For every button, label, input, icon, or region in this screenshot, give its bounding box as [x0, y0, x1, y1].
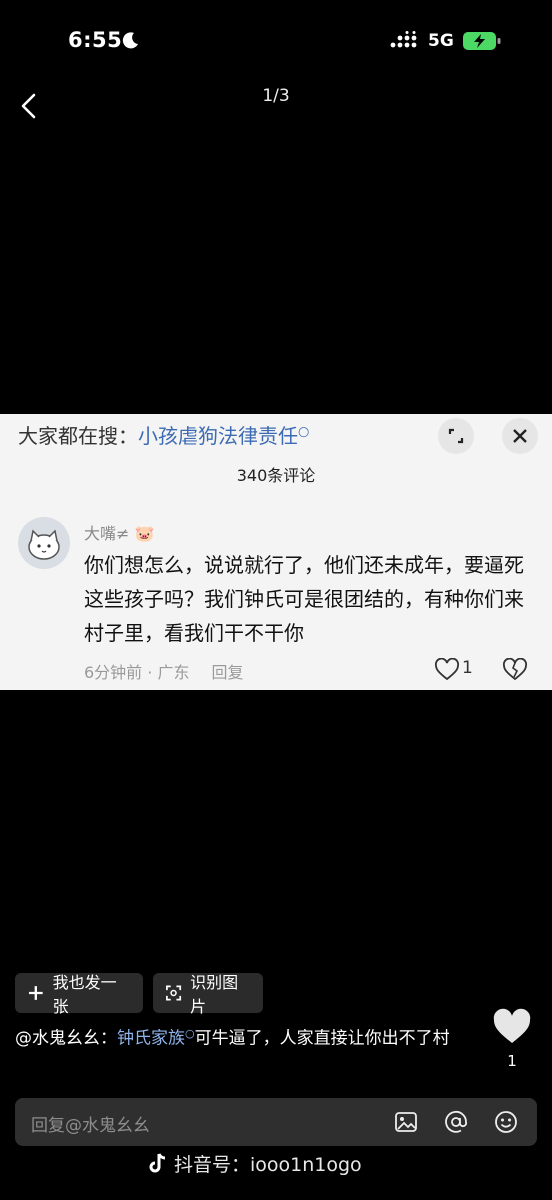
search-suggestion: 大家都在搜：小孩虐狗法律责任○: [18, 420, 309, 449]
plus-icon: [28, 986, 43, 1000]
status-time: 6:55: [68, 28, 123, 52]
search-prefix: 大家都在搜：: [18, 424, 138, 448]
douyin-watermark: 抖音号：iooo1n1ogo: [148, 1150, 362, 1177]
post-caption: @水鬼幺幺：钟氏家族○可牛逼了，人家直接让你出不了村: [15, 1020, 465, 1053]
comment-like-count: 1: [462, 658, 473, 678]
signal-icon: [390, 31, 417, 48]
comment-meta: 6分钟前 · 广东 回复: [84, 659, 243, 683]
search-keyword: 小孩虐狗法律责任: [138, 424, 298, 448]
close-icon: [502, 418, 538, 454]
caption-text: 可牛逼了，人家直接让你出不了村: [194, 1028, 450, 1049]
comment-reply-label: 回复: [211, 663, 244, 682]
like-heart-icon[interactable]: [492, 1008, 532, 1046]
moon-icon: [122, 32, 138, 49]
caption-hashtag[interactable]: 钟氏家族: [117, 1029, 185, 1049]
expand-icon: [438, 418, 474, 454]
post-image-label: 我也发一张: [52, 973, 117, 1016]
avatar: [18, 517, 70, 569]
reply-input[interactable]: 回复@水鬼幺幺: [15, 1098, 537, 1146]
scan-icon: [166, 985, 182, 1001]
pig-emoji-icon: 🐷: [129, 524, 155, 543]
at-mention-icon[interactable]: [443, 1109, 469, 1135]
search-q-icon: ○: [298, 424, 310, 440]
image-icon[interactable]: [393, 1109, 419, 1135]
post-image-button[interactable]: 我也发一张: [15, 973, 143, 1016]
comment-time: 6分钟前 · 广东: [84, 663, 190, 682]
emoji-icon[interactable]: [493, 1109, 519, 1135]
battery-charging-icon: [463, 32, 501, 50]
shared-image: 大家都在搜：小孩虐狗法律责任○ 340条评论 大嘴≠ 🐷 你们想怎么，说说就行了…: [0, 414, 552, 690]
broken-heart-icon: [503, 658, 527, 681]
hashtag-search-icon: ○: [185, 1027, 195, 1040]
comment-username: 大嘴≠ 🐷: [84, 524, 155, 543]
watermark-text: 抖音号：iooo1n1ogo: [174, 1154, 362, 1176]
recognize-image-button[interactable]: 识别图片: [153, 973, 263, 1016]
heart-outline-icon: [435, 658, 459, 681]
reply-placeholder: 回复@水鬼幺幺: [31, 1116, 150, 1136]
comment-text: 你们想怎么，说说就行了，他们还未成年，要逼死这些孩子吗？我们钟氏可是很团结的，有…: [84, 553, 524, 645]
like-count: 1: [507, 1052, 517, 1070]
comment-count: 340条评论: [236, 466, 316, 485]
douyin-logo-icon: [149, 1153, 166, 1173]
network-type: 5G: [428, 31, 454, 51]
caption-author[interactable]: @水鬼幺幺：: [15, 1029, 117, 1049]
recognize-image-label: 识别图片: [190, 973, 239, 1016]
page-indicator: 1/3: [262, 86, 290, 106]
